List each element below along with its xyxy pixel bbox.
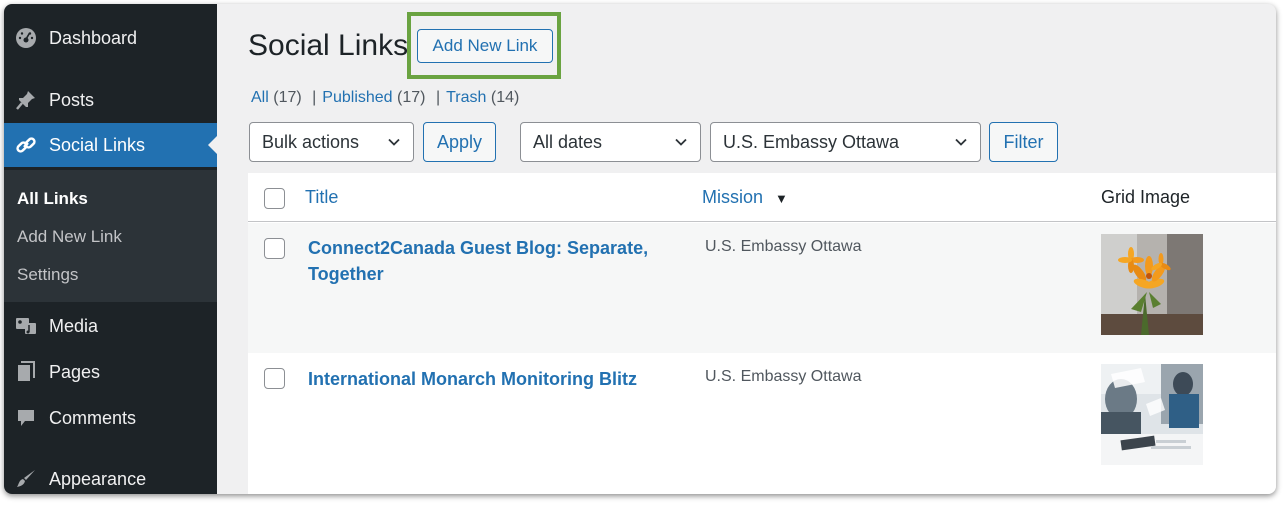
filter-published-count: (17) (397, 89, 426, 106)
filter-trash-count: (14) (490, 89, 520, 106)
sidebar-item-pages[interactable]: Pages (4, 350, 217, 394)
select-all-checkbox[interactable] (264, 188, 285, 209)
apply-button[interactable]: Apply (423, 122, 496, 162)
bulk-actions-value: Bulk actions (262, 131, 360, 152)
table-row: International Monarch Monitoring Blitz U… (248, 353, 1276, 483)
table-row: Connect2Canada Guest Blog: Separate, Tog… (248, 223, 1276, 353)
sidebar-item-social-links[interactable]: Social Links (4, 123, 217, 167)
chevron-down-icon (675, 138, 687, 146)
row-checkbox[interactable] (264, 238, 285, 259)
sidebar-item-label: Comments (49, 407, 137, 428)
filter-published-link[interactable]: Published (322, 89, 392, 106)
sidebar-item-label: Dashboard (49, 27, 138, 48)
comment-icon (14, 406, 38, 430)
chevron-down-icon (388, 138, 400, 146)
bulk-actions-select[interactable]: Bulk actions (249, 122, 414, 162)
row-mission: U.S. Embassy Ottawa (705, 238, 862, 255)
sort-desc-icon[interactable]: ▼ (775, 191, 788, 206)
pin-icon (14, 88, 38, 112)
wp-admin-window: Dashboard Posts Social Links All Links A… (4, 4, 1276, 494)
brush-icon (14, 467, 38, 491)
orange-lily-photo-icon (1101, 234, 1203, 335)
pages-icon (14, 360, 38, 384)
row-mission: U.S. Embassy Ottawa (705, 368, 862, 385)
sidebar-item-label: Pages (49, 361, 101, 382)
column-mission-header[interactable]: Mission (702, 187, 763, 208)
column-grid-image-header: Grid Image (1101, 187, 1191, 207)
sidebar-item-appearance[interactable]: Appearance (4, 457, 217, 494)
row-title-link[interactable]: Connect2Canada Guest Blog: Separate, Tog… (308, 235, 668, 287)
admin-sidebar: Dashboard Posts Social Links All Links A… (4, 4, 217, 494)
link-icon (14, 133, 38, 157)
sidebar-item-label: Social Links (49, 134, 146, 155)
sidebar-item-label: Appearance (49, 468, 147, 489)
filter-button[interactable]: Filter (989, 122, 1058, 162)
mission-filter-select[interactable]: U.S. Embassy Ottawa (710, 122, 981, 162)
date-filter-value: All dates (533, 131, 603, 152)
grid-image-thumbnail[interactable] (1101, 364, 1203, 465)
submenu-add-new-link[interactable]: Add New Link (17, 227, 122, 247)
add-new-link-button[interactable]: Add New Link (417, 29, 553, 63)
submenu-all-links[interactable]: All Links (17, 189, 88, 209)
row-title-link[interactable]: International Monarch Monitoring Blitz (308, 366, 668, 392)
sidebar-item-comments[interactable]: Comments (4, 396, 217, 440)
sidebar-item-posts[interactable]: Posts (4, 78, 217, 122)
office-meeting-photo-icon (1101, 364, 1203, 465)
filter-all-count: (17) (273, 89, 302, 106)
table-header: Title Mission ▼ Grid Image (248, 173, 1276, 222)
column-title-header[interactable]: Title (305, 187, 338, 208)
chevron-down-icon (955, 138, 967, 146)
grid-image-thumbnail[interactable] (1101, 234, 1203, 335)
main-content: Social Links Add New Link All (17) | Publ… (217, 4, 1276, 494)
status-filter-links: All (17) | Published (17) | Trash (14) (251, 89, 519, 107)
links-table: Title Mission ▼ Grid Image Connect2Canad… (248, 173, 1276, 494)
date-filter-select[interactable]: All dates (520, 122, 701, 162)
sidebar-item-media[interactable]: Media (4, 304, 217, 348)
filter-separator: | (435, 89, 441, 106)
sidebar-item-label: Posts (49, 89, 95, 110)
filter-separator: | (312, 89, 317, 106)
row-checkbox[interactable] (264, 368, 285, 389)
mission-filter-value: U.S. Embassy Ottawa (723, 131, 900, 152)
sidebar-item-label: Media (49, 315, 99, 336)
page-title: Social Links (248, 29, 409, 62)
dashboard-icon (14, 26, 38, 50)
media-icon (14, 314, 38, 338)
submenu-settings[interactable]: Settings (17, 265, 78, 285)
filter-trash-link[interactable]: Trash (446, 89, 486, 106)
sidebar-item-dashboard[interactable]: Dashboard (4, 16, 217, 60)
filter-all-link[interactable]: All (251, 89, 269, 106)
social-links-submenu: All Links Add New Link Settings (4, 170, 217, 302)
